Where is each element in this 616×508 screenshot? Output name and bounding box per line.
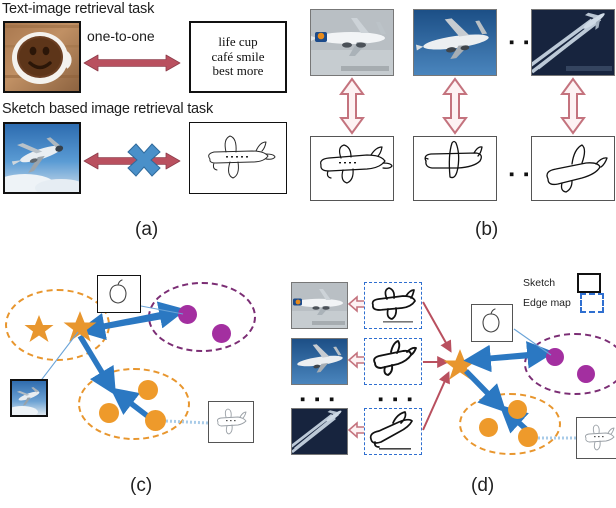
panel-a-task1-title: Text-image retrieval task (2, 1, 155, 17)
panel-b-pair-arrow-3 (560, 77, 586, 135)
panel-d: Sketch Edge map ▪ ▪ ▪ ▪ ▪ ▪ (d) (291, 258, 616, 508)
panel-b: ▪ ▪ ▪ ▪ ▪ ▪ (b) (305, 0, 616, 240)
panel-label-c: (c) (130, 475, 153, 496)
panel-b-photo-3 (531, 9, 615, 76)
panel-b-sketch-3 (531, 136, 615, 201)
text-caption-box: life cup café smile best more (189, 21, 287, 93)
figure-root: Text-image retrieval task one-to-one lif… (0, 0, 616, 508)
one-to-one-arrow (83, 52, 181, 74)
one-to-one-label: one-to-one (87, 28, 155, 44)
panel-d-connector-lines (513, 328, 576, 440)
panel-c: (c) (0, 258, 300, 508)
mismatch-x-cross-icon (124, 140, 164, 180)
panel-label-b: (b) (475, 219, 499, 240)
airplane-photo-a (3, 122, 81, 194)
panel-a: Text-image retrieval task one-to-one lif… (0, 0, 300, 240)
coffee-cup-photo (3, 21, 81, 93)
text-line-1: life cup (218, 33, 258, 49)
panel-b-photo-1 (310, 9, 394, 76)
panel-c-photo-thumb (10, 379, 48, 417)
panel-b-sketch-1 (310, 136, 394, 201)
panel-a-task2-title: Sketch based image retrieval task (2, 101, 214, 117)
panel-d-plane-sketch-thumb (576, 417, 616, 459)
panel-c-sketch-thumb (97, 275, 141, 313)
airplane-sketch-box-a (189, 122, 287, 194)
panel-b-photo-2 (413, 9, 497, 76)
panel-label-d: (d) (471, 475, 495, 496)
panel-c-plane-sketch-thumb (208, 401, 254, 443)
panel-b-pair-arrow-1 (339, 77, 365, 135)
panel-b-pair-arrow-2 (442, 77, 468, 135)
text-line-2: café smile (211, 48, 265, 64)
panel-label-a: (a) (135, 219, 159, 240)
text-line-3: best more (212, 63, 264, 79)
panel-d-sketch-thumb (471, 304, 513, 342)
panel-b-sketch-2 (413, 136, 497, 201)
